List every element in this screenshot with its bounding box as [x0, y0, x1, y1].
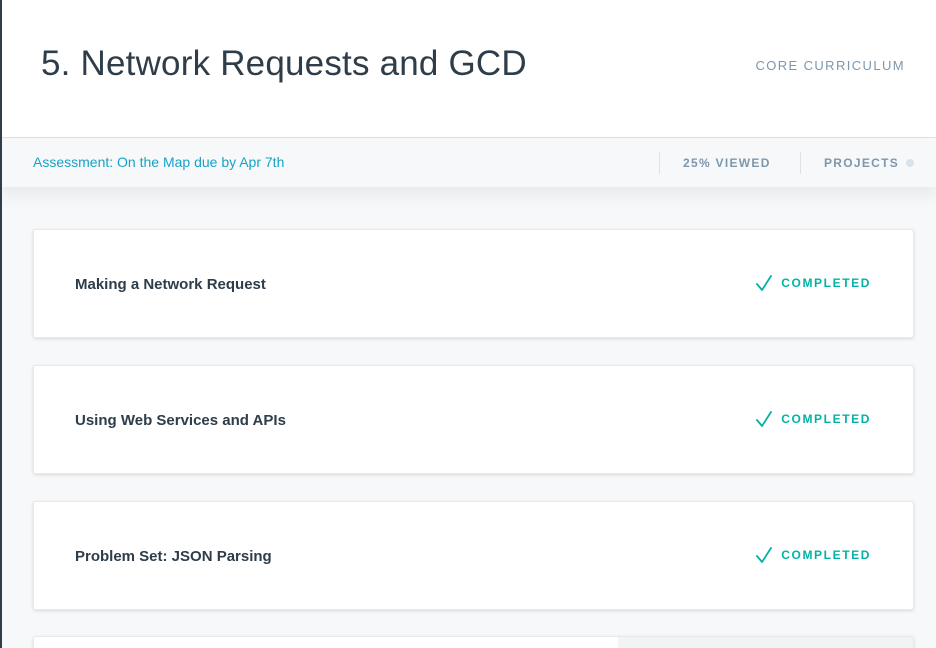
status-badge: COMPLETED — [755, 546, 871, 564]
projects-tab-label: PROJECTS — [824, 156, 900, 170]
concept-card[interactable]: Problem Set: JSON Parsing COMPLETED — [33, 501, 914, 610]
status-text: COMPLETED — [781, 548, 871, 562]
concept-title: Using Web Services and APIs — [75, 412, 286, 429]
divider — [800, 152, 801, 174]
concept-title: Problem Set: JSON Parsing — [75, 548, 272, 565]
lesson-header: 5. Network Requests and GCD CORE CURRICU… — [0, 0, 936, 138]
left-rule — [0, 0, 2, 648]
dot-icon — [906, 159, 915, 167]
status-badge: COMPLETED — [755, 274, 871, 292]
section-label: CORE CURRICULUM — [755, 58, 905, 73]
card-shade — [618, 637, 913, 648]
lesson-subbar: Assessment: On the Map due by Apr 7th 25… — [0, 139, 936, 187]
assessment-link[interactable]: Assessment: On the Map due by Apr 7th — [33, 154, 284, 170]
check-icon — [756, 275, 773, 291]
concept-card-partial[interactable] — [33, 636, 914, 648]
page-title: 5. Network Requests and GCD — [41, 44, 527, 83]
concept-card[interactable]: Making a Network Request COMPLETED — [33, 229, 914, 338]
status-text: COMPLETED — [781, 412, 871, 426]
status-badge: COMPLETED — [755, 410, 871, 428]
projects-tab[interactable]: PROJECTS — [824, 156, 915, 170]
viewed-progress-label: 25% VIEWED — [683, 156, 771, 170]
concept-card[interactable]: Using Web Services and APIs COMPLETED — [33, 365, 914, 474]
concept-title: Making a Network Request — [75, 276, 266, 293]
check-icon — [756, 411, 773, 427]
status-text: COMPLETED — [781, 276, 871, 290]
check-icon — [756, 547, 773, 563]
divider — [659, 152, 660, 174]
